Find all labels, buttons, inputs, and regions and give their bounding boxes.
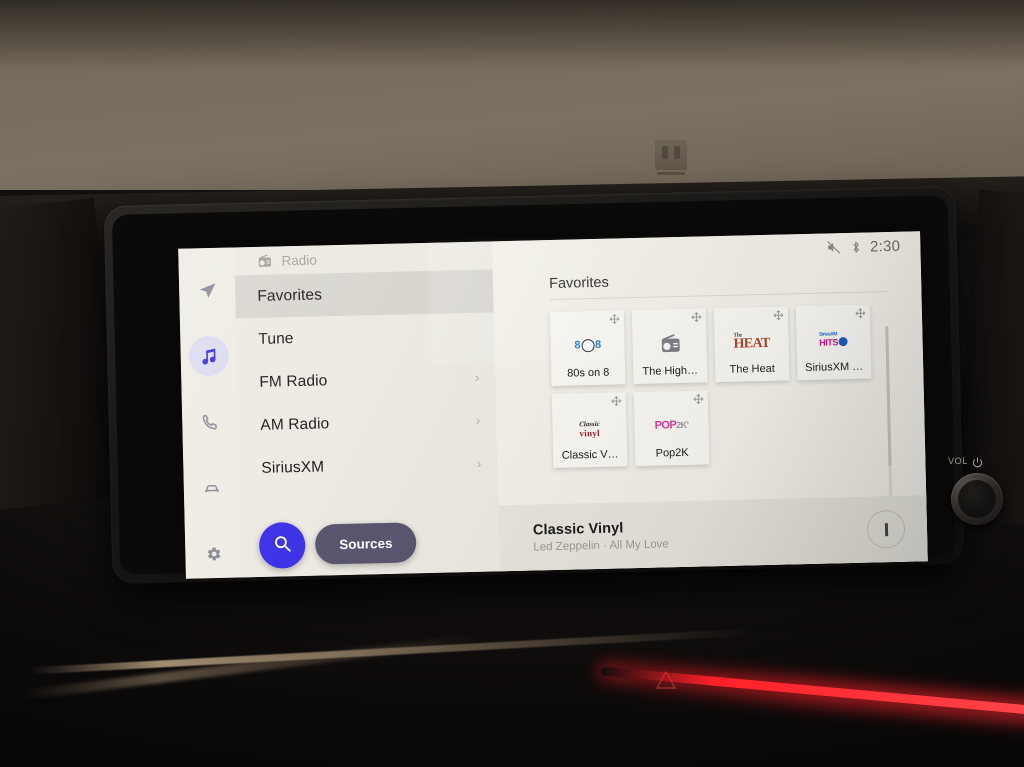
car-icon (202, 478, 222, 498)
station-logo: Classic vinyl (552, 414, 627, 440)
generic-radio-logo (658, 333, 680, 354)
volume-knob[interactable] (951, 473, 1003, 525)
favorite-tile[interactable]: SiriusXM HITS SiriusXM … (795, 304, 872, 381)
sources-button[interactable]: Sources (314, 522, 417, 565)
rail-item-media[interactable] (188, 335, 230, 377)
radio-icon (256, 254, 271, 268)
pop2k-logo: POP 2K ° (654, 418, 689, 432)
siriusxm-hits-logo: SiriusXM HITS (819, 331, 849, 347)
rail-item-vehicle[interactable] (191, 468, 232, 509)
infotainment-screen: Radio Favorites Tune FM Radio › AM Radio… (178, 231, 928, 579)
menu-item-label: Tune (258, 329, 294, 348)
favorite-tile-label: The High… (642, 364, 699, 378)
volume-label: VOL (948, 456, 968, 466)
now-playing-text: Classic Vinyl Led Zeppelin · All My Love (533, 514, 868, 553)
favorite-tile[interactable]: The High… (631, 308, 708, 385)
favorite-tile-label: SiriusXM … (805, 360, 864, 375)
80s-on-8-logo: 88 (574, 338, 601, 352)
rail-item-settings[interactable] (193, 534, 234, 575)
now-playing-bar: Classic Vinyl Led Zeppelin · All My Love (498, 495, 928, 572)
menu-item-favorites[interactable]: Favorites (234, 269, 494, 319)
favorites-grid: 88 80s on 8 The High… The HEAT The Heat … (549, 303, 926, 469)
gear-icon (204, 545, 222, 563)
station-logo (632, 330, 707, 356)
menu-item-am-radio[interactable]: AM Radio › (238, 398, 497, 447)
menu-item-siriusxm[interactable]: SiriusXM › (239, 441, 498, 490)
menu-actions: Sources (258, 519, 417, 569)
favorite-tile-label: Pop2K (655, 446, 689, 460)
wall-outlet-baseboard (657, 172, 685, 175)
search-button[interactable] (258, 521, 306, 569)
favorite-tile-label: 80s on 8 (567, 366, 610, 380)
menu-item-tune[interactable]: Tune (236, 312, 495, 361)
move-handle-icon[interactable] (691, 311, 702, 323)
pause-button[interactable] (866, 509, 906, 549)
navigation-arrow-icon (197, 280, 216, 299)
station-logo: SiriusXM HITS (796, 327, 871, 353)
power-icon[interactable] (972, 455, 983, 468)
move-handle-icon[interactable] (611, 395, 622, 406)
menu-item-label: AM Radio (260, 414, 330, 434)
content-pane: 2:30 Favorites 88 80s on 8 The High… The… (492, 231, 928, 572)
move-handle-icon[interactable] (773, 310, 784, 321)
search-icon (272, 533, 293, 558)
chevron-right-icon: › (476, 455, 482, 471)
nav-rail (178, 247, 242, 579)
menu-item-label: FM Radio (259, 371, 328, 391)
wall-shadow (0, 0, 1024, 70)
favorite-tile-label: The Heat (729, 362, 775, 376)
favorite-tile[interactable]: 88 80s on 8 (549, 310, 626, 387)
favorite-tile[interactable]: Classic vinyl Classic V… (551, 392, 628, 469)
menu-item-label: SiriusXM (261, 457, 325, 477)
menu-item-label: Favorites (257, 285, 323, 305)
bluetooth-icon (850, 239, 861, 254)
move-handle-icon[interactable] (693, 393, 704, 404)
radio-menu-column: Radio Favorites Tune FM Radio › AM Radio… (234, 241, 500, 578)
music-note-icon (199, 346, 219, 366)
move-handle-icon[interactable] (855, 308, 866, 319)
menu-item-fm-radio[interactable]: FM Radio › (237, 355, 496, 404)
rail-item-nav[interactable] (187, 270, 228, 311)
classic-vinyl-logo: Classic vinyl (579, 419, 601, 438)
station-logo: The HEAT (714, 328, 789, 354)
favorite-tile[interactable]: The HEAT The Heat (713, 306, 790, 383)
sound-off-icon (826, 240, 841, 254)
station-logo: 88 (550, 332, 625, 358)
phone-icon (201, 413, 219, 431)
photo-scene: Radio Favorites Tune FM Radio › AM Radio… (0, 0, 1024, 767)
chevron-right-icon: › (474, 369, 480, 385)
clock: 2:30 (869, 237, 901, 255)
favorite-tile[interactable]: POP 2K ° Pop2K (633, 390, 710, 467)
chevron-right-icon: › (475, 412, 481, 428)
favorite-tile-label: Classic V… (561, 448, 619, 462)
pause-icon (884, 522, 890, 536)
source-header-label: Radio (281, 252, 317, 268)
rail-item-phone[interactable] (190, 402, 231, 443)
the-heat-logo: The HEAT (733, 332, 770, 352)
move-handle-icon[interactable] (609, 313, 620, 324)
station-logo: POP 2K ° (634, 412, 709, 438)
sources-button-label: Sources (339, 535, 393, 552)
wall-outlet (655, 140, 687, 170)
